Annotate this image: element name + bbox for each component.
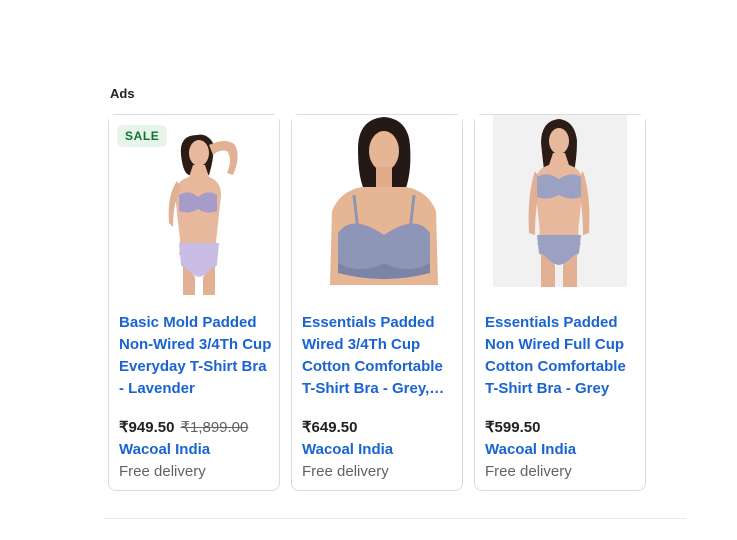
- product-title[interactable]: Basic Mold Padded Non-Wired 3/4Th Cup Ev…: [119, 312, 274, 400]
- delivery-info: Free delivery: [119, 463, 206, 480]
- delivery-info: Free delivery: [485, 463, 572, 480]
- price-row: ₹949.50 ₹1,899.00: [119, 418, 248, 438]
- product-price: ₹599.50: [485, 419, 541, 436]
- price-row: ₹599.50: [485, 418, 540, 438]
- original-price: ₹1,899.00: [180, 419, 249, 436]
- price-row: ₹649.50: [302, 418, 357, 438]
- section-divider: [104, 518, 686, 519]
- delivery-info: Free delivery: [302, 463, 389, 480]
- product-title[interactable]: Essentials Padded Non Wired Full Cup Cot…: [485, 312, 640, 400]
- product-title[interactable]: Essentials Padded Wired 3/4Th Cup Cotton…: [302, 312, 457, 400]
- product-card[interactable]: SALE Basic Mold Padded Non-Wired 3/4Th C…: [108, 114, 280, 491]
- product-image[interactable]: [292, 115, 462, 295]
- product-price: ₹649.50: [302, 419, 358, 436]
- merchant-name[interactable]: Wacoal India: [302, 440, 393, 460]
- merchant-name[interactable]: Wacoal India: [485, 440, 576, 460]
- product-card[interactable]: Essentials Padded Wired 3/4Th Cup Cotton…: [291, 114, 463, 491]
- sale-badge: SALE: [117, 125, 168, 147]
- product-image[interactable]: [475, 115, 645, 295]
- ads-label: Ads: [110, 86, 135, 101]
- product-card[interactable]: Essentials Padded Non Wired Full Cup Cot…: [474, 114, 646, 491]
- product-price: ₹949.50: [119, 419, 175, 436]
- merchant-name[interactable]: Wacoal India: [119, 440, 210, 460]
